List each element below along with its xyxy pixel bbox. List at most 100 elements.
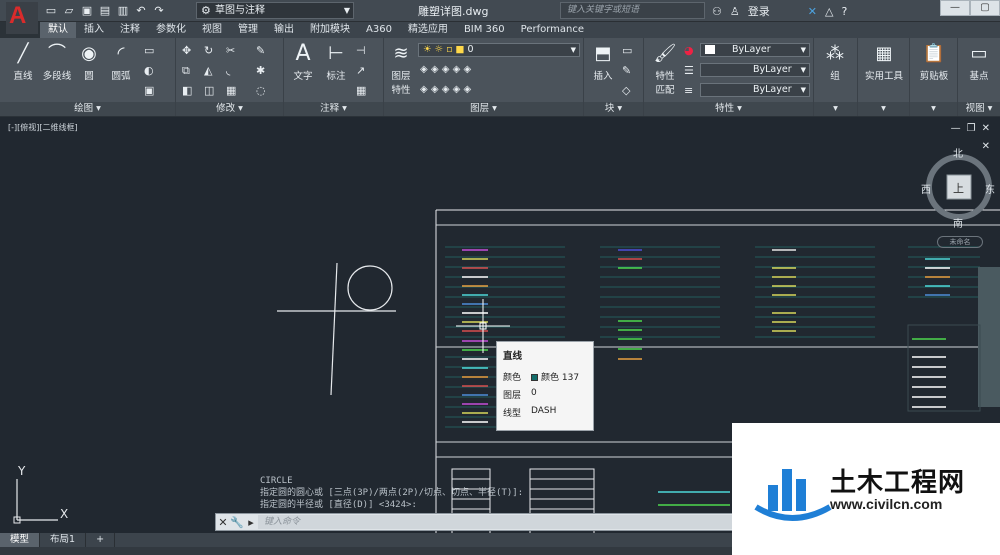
search-input[interactable]: 键入关键字或短语 bbox=[560, 2, 705, 19]
layer-dropdown[interactable]: ☀ ☼ ▫ ■ 0 ▼ bbox=[418, 43, 580, 57]
maximize-icon[interactable]: ▢ bbox=[970, 0, 1000, 16]
modify-panel-title[interactable]: 修改 ▾ bbox=[176, 102, 283, 116]
erase-icon[interactable]: ✎ bbox=[256, 44, 265, 57]
block-panel-title[interactable]: 块 ▾ bbox=[584, 102, 643, 116]
binoculars-icon[interactable]: ⚇ bbox=[712, 5, 722, 18]
minimize-icon[interactable]: — bbox=[940, 0, 970, 16]
dimension-tool[interactable]: ⊢ 标注 bbox=[320, 42, 352, 82]
arc-tool[interactable]: ◜ 圆弧 bbox=[106, 42, 136, 82]
command-input[interactable]: 键入命令 bbox=[258, 515, 734, 529]
tab-default[interactable]: 默认 bbox=[40, 22, 76, 38]
circle-tool[interactable]: ◉ 圆 bbox=[76, 42, 102, 82]
drawn-circle[interactable] bbox=[347, 265, 393, 311]
close-icon[interactable]: ✕ bbox=[216, 516, 230, 529]
create-block-icon[interactable]: ▭ bbox=[622, 44, 632, 57]
line-tool[interactable]: ╱ 直线 bbox=[8, 42, 38, 82]
viewcube-west[interactable]: 西 bbox=[921, 181, 931, 196]
command-prompt-icon[interactable]: ▸ bbox=[244, 516, 258, 529]
tab-output[interactable]: 输出 bbox=[266, 22, 302, 38]
viewcube-top-face[interactable]: 上 bbox=[953, 180, 964, 196]
mirror-icon[interactable]: ◭ bbox=[204, 64, 212, 77]
rotate-icon[interactable]: ↻ bbox=[204, 44, 213, 57]
tab-annotate[interactable]: 注释 bbox=[112, 22, 148, 38]
color-dropdown[interactable]: ByLayer ▼ bbox=[700, 43, 810, 57]
viewcube[interactable]: 北 南 东 西 上 bbox=[921, 145, 997, 230]
scale-icon[interactable]: ◫ bbox=[204, 84, 214, 97]
trim-icon[interactable]: ✂ bbox=[226, 44, 235, 57]
insert-tool[interactable]: ⬒ 插入 bbox=[588, 42, 618, 82]
linetype-dropdown[interactable]: ByLayer ▼ bbox=[700, 63, 810, 77]
lineweight-dropdown[interactable]: ByLayer ▼ bbox=[700, 83, 810, 97]
layer-tools-row1[interactable]: ◈ ◈ ◈ ◈ ◈ bbox=[420, 64, 471, 75]
application-menu-button[interactable]: A bbox=[6, 2, 38, 34]
tab-performance[interactable]: Performance bbox=[513, 22, 592, 38]
clipboard-panel-title[interactable]: ▾ bbox=[910, 102, 957, 116]
block-attr-icon[interactable]: ◇ bbox=[622, 84, 630, 97]
table-icon[interactable]: ▦ bbox=[356, 84, 366, 97]
save-icon[interactable]: ▣ bbox=[80, 4, 94, 18]
viewcube-south[interactable]: 南 bbox=[953, 215, 963, 230]
groups-panel: ⁂ 组 ▾ bbox=[814, 38, 858, 116]
layers-panel-title[interactable]: 图层 ▾ bbox=[384, 102, 583, 116]
undo-icon[interactable]: ↶ bbox=[134, 4, 148, 18]
login-link[interactable]: 登录 bbox=[748, 3, 770, 19]
tab-featured-apps[interactable]: 精选应用 bbox=[400, 22, 456, 38]
workspace-selector[interactable]: ⚙ 草图与注释 ▼ bbox=[196, 2, 354, 19]
saveas-icon[interactable]: ▤ bbox=[98, 4, 112, 18]
user-icon[interactable]: ♙ bbox=[730, 5, 740, 18]
view-panel-title[interactable]: 视图 ▾ bbox=[958, 102, 1000, 116]
tab-view[interactable]: 视图 bbox=[194, 22, 230, 38]
array-icon[interactable]: ▦ bbox=[226, 84, 236, 97]
layer-tools-row2[interactable]: ◈ ◈ ◈ ◈ ◈ bbox=[420, 84, 471, 95]
offset-icon[interactable]: ◌ bbox=[256, 84, 266, 97]
rectangle-icon[interactable]: ▭ bbox=[144, 44, 154, 57]
open-icon[interactable]: ▱ bbox=[62, 4, 76, 18]
tab-manage[interactable]: 管理 bbox=[230, 22, 266, 38]
tab-addins[interactable]: 附加模块 bbox=[302, 22, 358, 38]
wcs-menu[interactable]: 未命名 bbox=[937, 236, 983, 248]
print-icon[interactable]: ▥ bbox=[116, 4, 130, 18]
edit-block-icon[interactable]: ✎ bbox=[622, 64, 631, 77]
text-tool[interactable]: A 文字 bbox=[288, 42, 318, 83]
annotation-panel-title[interactable]: 注释 ▾ bbox=[284, 102, 383, 116]
tab-model[interactable]: 模型 bbox=[0, 533, 41, 547]
add-layout-button[interactable]: + bbox=[86, 533, 116, 547]
boundary-icon[interactable]: ▣ bbox=[144, 84, 154, 97]
viewcube-north[interactable]: 北 bbox=[953, 145, 963, 160]
leader-icon[interactable]: ↗ bbox=[356, 64, 365, 77]
match-properties-tool[interactable]: 🖌 特性 匹配 bbox=[650, 42, 680, 96]
linear-dim-icon[interactable]: ⊣ bbox=[356, 44, 366, 57]
tab-a360[interactable]: A360 bbox=[358, 22, 400, 38]
polyline-tool[interactable]: ⌒ 多段线 bbox=[40, 42, 74, 82]
tab-layout1[interactable]: 布局1 bbox=[40, 533, 87, 547]
move-icon[interactable]: ✥ bbox=[182, 44, 191, 57]
tab-bim360[interactable]: BIM 360 bbox=[456, 22, 513, 38]
viewcube-east[interactable]: 东 bbox=[985, 181, 995, 196]
vertical-line[interactable] bbox=[330, 262, 338, 396]
help-icon[interactable]: ? bbox=[841, 5, 847, 18]
group-tool[interactable]: ⁂ 组 bbox=[820, 42, 850, 82]
utilities-tool[interactable]: ▦ 实用工具 bbox=[860, 42, 908, 82]
tab-insert[interactable]: 插入 bbox=[76, 22, 112, 38]
properties-panel-title[interactable]: 特性 ▾ bbox=[644, 102, 813, 116]
clipboard-tool[interactable]: 📋 剪贴板 bbox=[912, 42, 956, 82]
redo-icon[interactable]: ↷ bbox=[152, 4, 166, 18]
tab-parametric[interactable]: 参数化 bbox=[148, 22, 194, 38]
layer-properties-label-1: 图层 bbox=[391, 71, 411, 82]
explode-icon[interactable]: ✱ bbox=[256, 64, 265, 77]
stretch-icon[interactable]: ◧ bbox=[182, 84, 192, 97]
groups-panel-title[interactable]: ▾ bbox=[814, 102, 857, 116]
fillet-icon[interactable]: ◟ bbox=[226, 64, 230, 77]
exchange-icon[interactable]: ✕ bbox=[808, 5, 817, 18]
a360-icon[interactable]: △ bbox=[825, 5, 833, 18]
basepoint-tool[interactable]: ▭ 基点 bbox=[960, 42, 998, 82]
tooltip-row-linetype: 线型 DASH bbox=[503, 406, 587, 419]
new-icon[interactable]: ▭ bbox=[44, 4, 58, 18]
layer-properties-tool[interactable]: ≋ 图层 特性 bbox=[386, 42, 416, 96]
copy-icon[interactable]: ⧉ bbox=[182, 64, 190, 78]
draw-panel-title[interactable]: 绘图 ▾ bbox=[0, 102, 175, 116]
utilities-panel-title[interactable]: ▾ bbox=[858, 102, 909, 116]
tooltip-linetype-value: DASH bbox=[531, 406, 557, 416]
wrench-icon[interactable]: 🔧 bbox=[230, 516, 244, 529]
hatch-icon[interactable]: ◐ bbox=[144, 64, 154, 77]
